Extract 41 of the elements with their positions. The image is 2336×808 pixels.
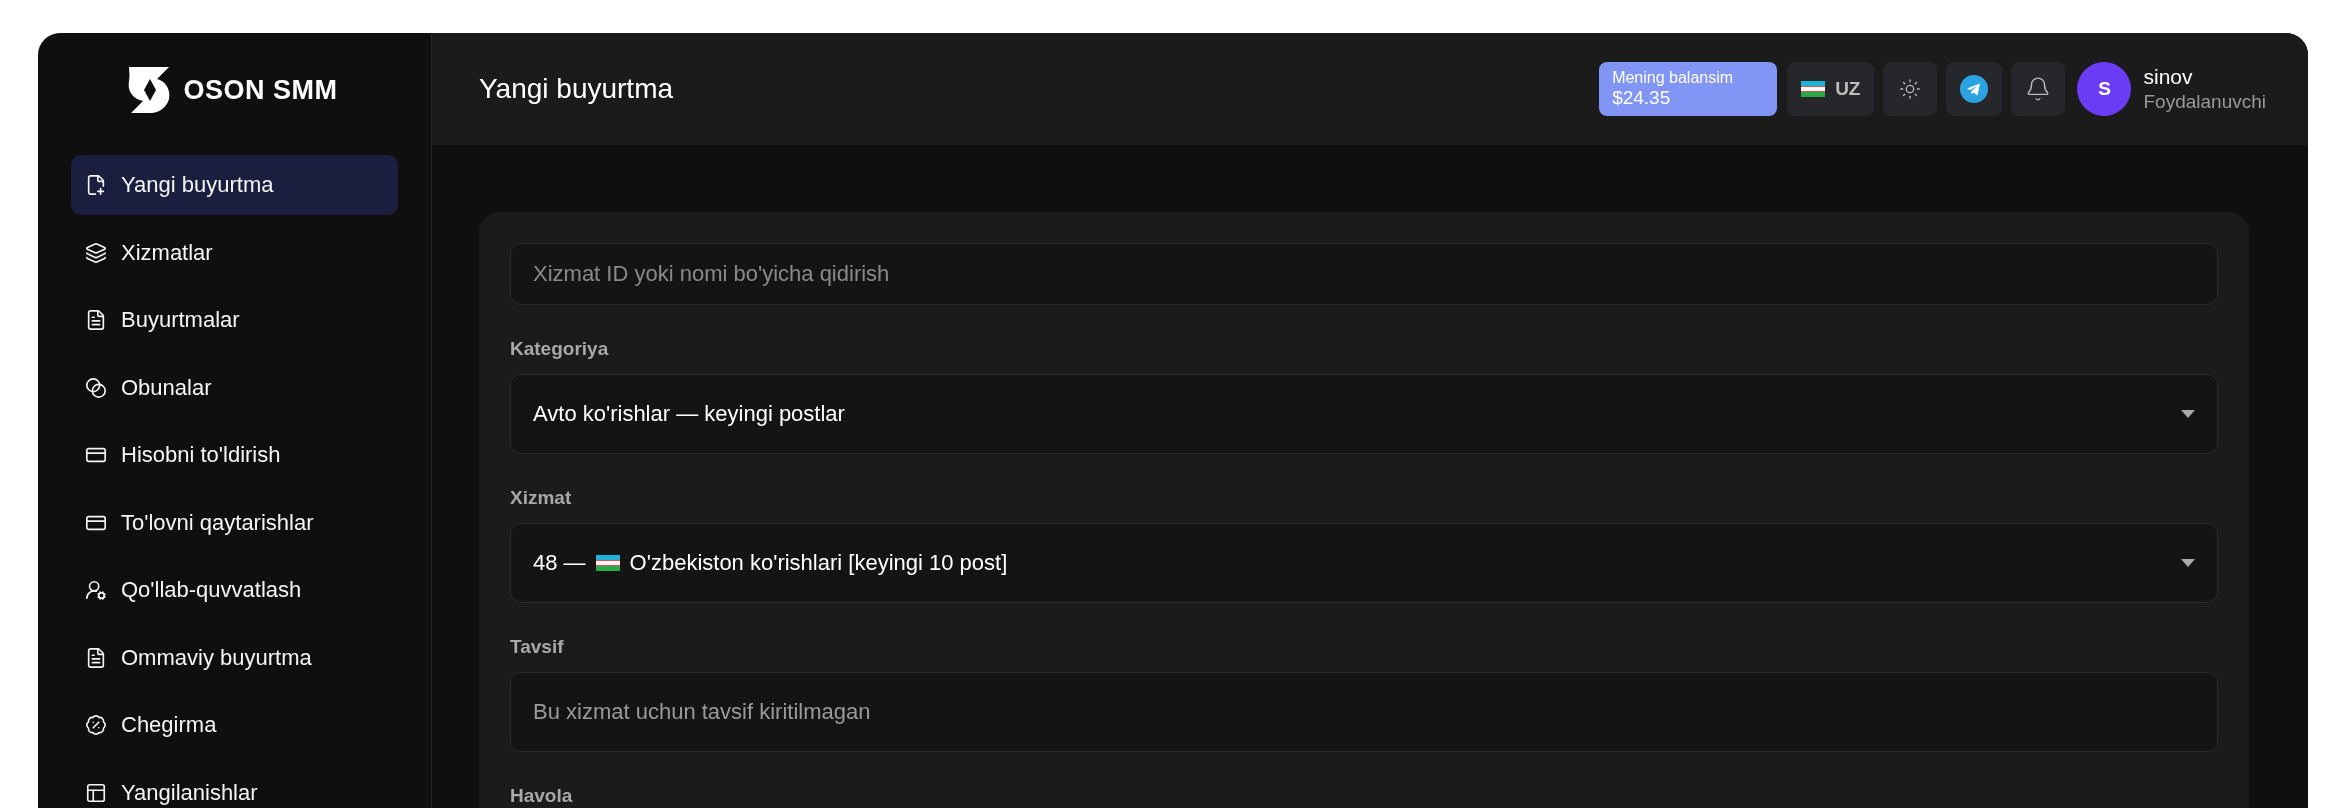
field-label: Tavsif	[510, 636, 565, 658]
sun-icon	[1899, 78, 1922, 100]
sidebar-item[interactable]: Xizmatlar	[71, 222, 398, 283]
sidebar-item[interactable]: Ommaviy buyurtma	[71, 627, 398, 688]
percent-badge-icon	[85, 714, 107, 736]
telegram-button[interactable]	[1946, 62, 2003, 116]
user-name: sinov	[2143, 65, 2194, 89]
sidebar-item[interactable]: Yangilanishlar	[71, 762, 398, 808]
theme-button[interactable]	[1883, 62, 1938, 116]
sidebar-item[interactable]: Chegirma	[71, 695, 398, 755]
search-field[interactable]: Xizmat ID yoki nomi bo'yicha qidirish	[510, 243, 2218, 305]
select-field[interactable]: 48 — O'zbekiston ko'rishlari [keyingi 10 post]	[510, 523, 2218, 603]
layers-icon	[85, 241, 107, 264]
field-label: Xizmat	[510, 487, 573, 509]
sidebar-item[interactable]: Hisobni to'ldirish	[71, 425, 398, 485]
user-role: Foydalanuvchi	[2143, 91, 2266, 113]
sidebar-item[interactable]: Qo'llab-quvvatlash	[71, 560, 398, 620]
sidebar-item[interactable]: Buyurtmalar	[71, 290, 398, 350]
sidebar-item[interactable]: To'lovni qaytarishlar	[71, 492, 398, 553]
flag-icon	[1801, 81, 1826, 97]
field-label: Kategoriya	[510, 338, 610, 360]
caret-icon	[2181, 559, 2195, 567]
user-icon	[85, 579, 107, 601]
notification-button[interactable]	[2011, 62, 2066, 116]
document-icon	[85, 646, 107, 669]
description-box: Bu xizmat uchun tavsif kiritilmagan	[510, 672, 2218, 752]
document-plus-icon	[85, 174, 107, 196]
flag-icon	[595, 555, 620, 571]
sidebar-item[interactable]: Yangi buyurtma	[71, 155, 398, 215]
caret-icon	[2181, 410, 2195, 418]
circles-icon	[85, 376, 107, 399]
sidebar-item[interactable]: Obunalar	[71, 357, 398, 418]
language-button[interactable]: UZ	[1787, 62, 1875, 116]
paper-plane-icon	[1960, 75, 1989, 103]
select-field[interactable]: Avto ko'rishlar — keyingi postlar	[510, 374, 2218, 454]
layout-icon	[85, 781, 107, 804]
user-avatar[interactable]: S	[2077, 62, 2132, 116]
document-icon	[85, 309, 107, 331]
page-title: Yangi buyurtma	[479, 73, 675, 105]
field-label: Havola	[510, 785, 574, 807]
brand-name: OSON SMM	[183, 74, 338, 106]
